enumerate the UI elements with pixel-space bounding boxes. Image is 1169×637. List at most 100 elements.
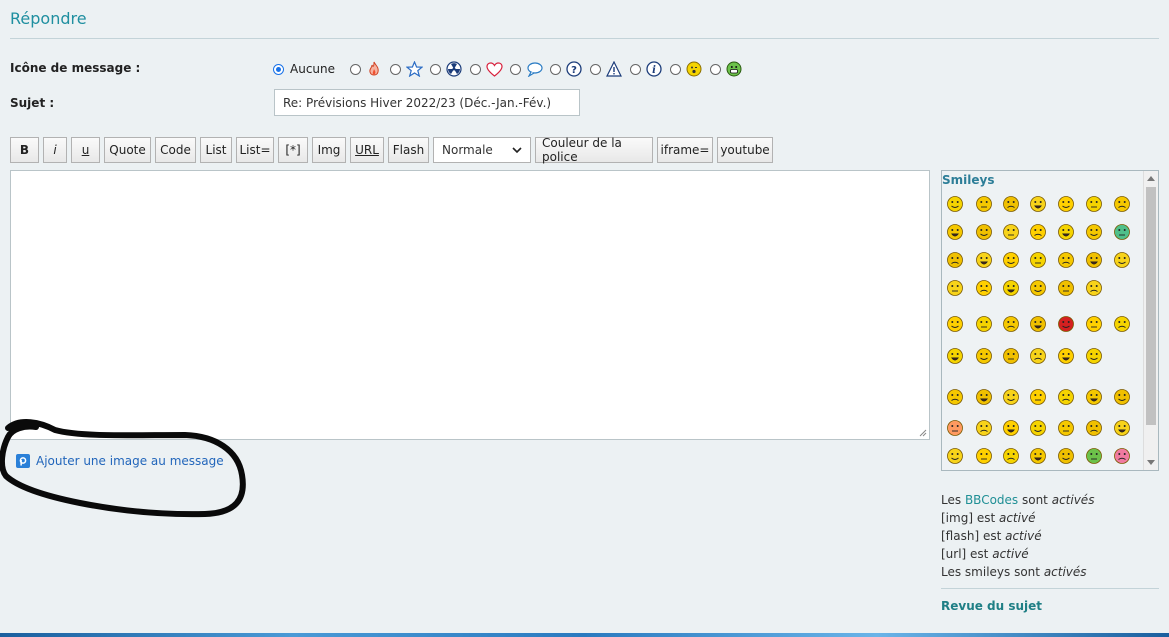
radio-grin[interactable] <box>710 63 722 75</box>
radio-fire[interactable] <box>350 63 362 75</box>
list-item-button[interactable]: [*] <box>278 137 308 163</box>
topic-review-link[interactable]: Revue du sujet <box>941 599 1042 613</box>
smiley-icon[interactable] <box>975 347 993 365</box>
quote-button[interactable]: Quote <box>104 137 151 163</box>
smiley-icon[interactable] <box>1085 251 1103 269</box>
radio-speech[interactable] <box>510 63 522 75</box>
icon-option-grin[interactable] <box>710 60 743 78</box>
smiley-icon[interactable] <box>946 347 964 365</box>
smiley-icon[interactable] <box>1113 388 1131 406</box>
bold-button[interactable]: B <box>10 137 39 163</box>
smiley-icon[interactable] <box>1002 419 1020 437</box>
smiley-icon[interactable] <box>1002 251 1020 269</box>
smiley-icon[interactable] <box>975 388 993 406</box>
smiley-icon[interactable] <box>946 447 964 465</box>
smiley-icon[interactable] <box>1029 223 1047 241</box>
smiley-icon[interactable] <box>1085 419 1103 437</box>
img-button[interactable]: Img <box>312 137 346 163</box>
underline-button[interactable]: u <box>71 137 100 163</box>
smiley-icon[interactable] <box>946 279 964 297</box>
smiley-icon[interactable] <box>1057 223 1075 241</box>
message-textarea[interactable] <box>10 170 930 440</box>
smiley-icon[interactable] <box>1002 223 1020 241</box>
icon-option-speech[interactable] <box>510 60 543 78</box>
smiley-icon[interactable] <box>975 251 993 269</box>
smiley-icon[interactable] <box>1057 419 1075 437</box>
icon-option-fire[interactable] <box>350 60 383 78</box>
smiley-icon[interactable] <box>1002 447 1020 465</box>
smiley-icon[interactable] <box>1002 315 1020 333</box>
smiley-icon[interactable] <box>1085 315 1103 333</box>
scroll-thumb[interactable] <box>1146 187 1156 425</box>
icon-option-question[interactable]: ? <box>550 60 583 78</box>
subject-input[interactable] <box>274 89 580 116</box>
smiley-icon[interactable] <box>975 223 993 241</box>
italic-button[interactable]: i <box>43 137 67 163</box>
smiley-icon[interactable] <box>1113 419 1131 437</box>
resize-grip-icon[interactable] <box>919 429 927 437</box>
smiley-icon[interactable] <box>975 315 993 333</box>
smiley-icon[interactable] <box>1029 195 1047 213</box>
scroll-down-icon[interactable] <box>1147 460 1155 465</box>
smiley-icon[interactable] <box>975 447 993 465</box>
list-button[interactable]: List <box>200 137 232 163</box>
smiley-icon[interactable] <box>1057 251 1075 269</box>
smiley-icon[interactable] <box>1029 279 1047 297</box>
icon-option-warning[interactable] <box>590 60 623 78</box>
smiley-icon[interactable] <box>946 419 964 437</box>
icon-option-none[interactable]: Aucune <box>273 62 343 76</box>
smiley-icon[interactable] <box>975 279 993 297</box>
list-ordered-button[interactable]: List= <box>236 137 274 163</box>
radio-wink[interactable] <box>670 63 682 75</box>
smiley-icon[interactable] <box>1085 223 1103 241</box>
smiley-icon[interactable] <box>1029 419 1047 437</box>
smiley-icon[interactable] <box>1113 223 1131 241</box>
url-button[interactable]: URL <box>350 137 384 163</box>
smiley-icon[interactable] <box>1085 279 1103 297</box>
smiley-icon[interactable] <box>946 315 964 333</box>
smiley-icon[interactable] <box>1085 447 1103 465</box>
smiley-icon[interactable] <box>1057 279 1075 297</box>
icon-option-radioactive[interactable] <box>430 60 463 78</box>
smiley-icon[interactable] <box>1057 447 1075 465</box>
smiley-icon[interactable] <box>975 419 993 437</box>
icon-option-star[interactable] <box>390 60 423 78</box>
smiley-icon[interactable] <box>1002 388 1020 406</box>
smiley-icon[interactable] <box>1113 195 1131 213</box>
radio-heart[interactable] <box>470 63 482 75</box>
smiley-icon[interactable] <box>1029 388 1047 406</box>
smiley-icon[interactable] <box>1085 347 1103 365</box>
smiley-icon[interactable] <box>1029 347 1047 365</box>
smiley-icon[interactable] <box>1029 315 1047 333</box>
smiley-icon[interactable] <box>1002 195 1020 213</box>
flash-button[interactable]: Flash <box>388 137 429 163</box>
iframe-button[interactable]: iframe= <box>657 137 713 163</box>
smiley-icon[interactable] <box>1113 251 1131 269</box>
smiley-icon[interactable] <box>1057 388 1075 406</box>
scroll-up-icon[interactable] <box>1147 176 1155 181</box>
font-size-select[interactable]: Normale <box>433 137 531 163</box>
icon-option-info[interactable]: i <box>630 60 663 78</box>
radio-warning[interactable] <box>590 63 602 75</box>
radio-none[interactable] <box>273 63 284 75</box>
font-color-button[interactable]: Couleur de la police <box>535 136 653 164</box>
code-button[interactable]: Code <box>155 137 196 163</box>
radio-star[interactable] <box>390 63 402 75</box>
smiley-icon[interactable] <box>1029 447 1047 465</box>
smiley-icon[interactable] <box>975 195 993 213</box>
radio-question[interactable] <box>550 63 562 75</box>
smiley-icon[interactable] <box>946 195 964 213</box>
smiley-icon[interactable] <box>1057 315 1075 333</box>
smiley-icon[interactable] <box>1057 347 1075 365</box>
youtube-button[interactable]: youtube <box>717 137 773 163</box>
smiley-icon[interactable] <box>1085 388 1103 406</box>
smiley-icon[interactable] <box>1113 447 1131 465</box>
smiley-icon[interactable] <box>1002 279 1020 297</box>
radio-info[interactable] <box>630 63 642 75</box>
smiley-icon[interactable] <box>1029 251 1047 269</box>
smiley-icon[interactable] <box>946 251 964 269</box>
smiley-icon[interactable] <box>946 223 964 241</box>
icon-option-heart[interactable] <box>470 60 503 78</box>
radio-radioactive[interactable] <box>430 63 442 75</box>
smiley-icon[interactable] <box>1085 195 1103 213</box>
